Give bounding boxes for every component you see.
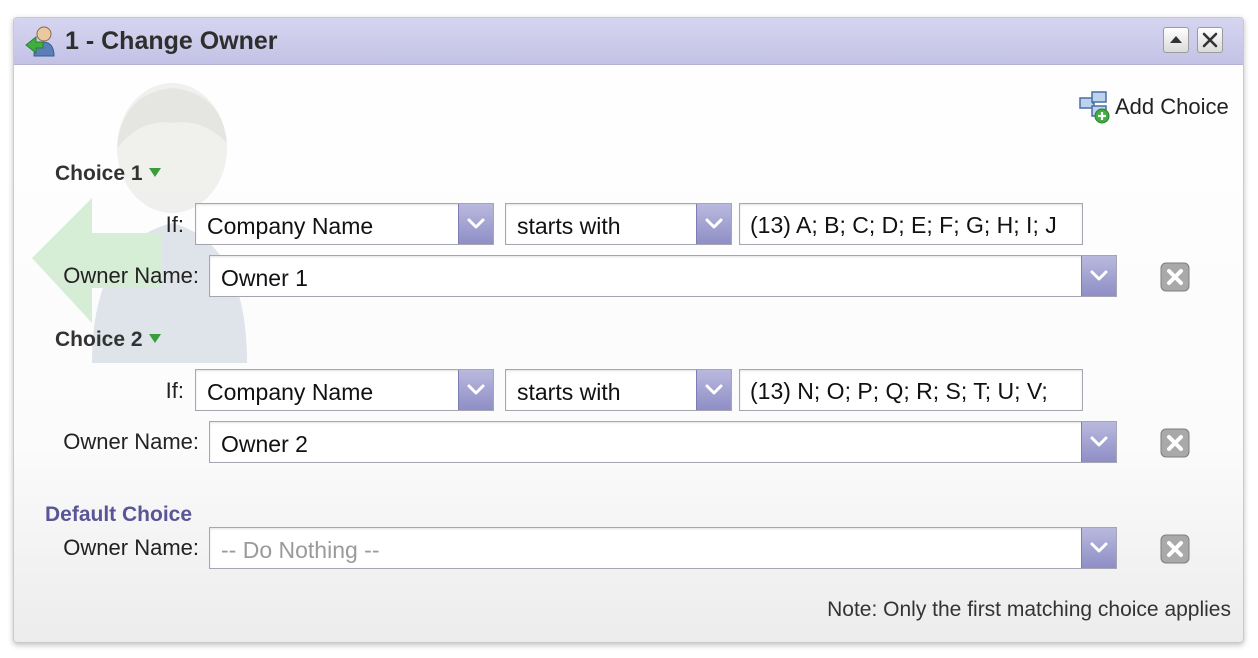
choice-1-value-text: (13) A; B; C; D; E; F; G; H; I; J <box>750 212 1057 238</box>
dropdown-arrow-button[interactable] <box>1081 256 1116 296</box>
chevron-down-icon <box>467 384 485 395</box>
default-owner-value: -- Do Nothing -- <box>221 537 380 563</box>
chevron-down-icon <box>1090 542 1108 553</box>
dropdown-arrow-button[interactable] <box>696 370 731 410</box>
default-owner-label: Owner Name: <box>63 535 199 560</box>
choice-1-delete-icon[interactable] <box>1160 262 1190 292</box>
choice-2-operator-value: starts with <box>517 379 621 405</box>
choice-2-value-text: (13) N; O; P; Q; R; S; T; U; V; <box>750 378 1048 404</box>
choice-2-owner-value: Owner 2 <box>221 431 308 457</box>
choice-1-value-input[interactable]: (13) A; B; C; D; E; F; G; H; I; J <box>739 203 1083 245</box>
choice-2-label: Choice 2 <box>55 328 143 351</box>
choice-2-if-label: If: <box>165 378 184 403</box>
expand-caret-icon <box>148 333 161 343</box>
choice-1-field-value: Company Name <box>207 213 374 239</box>
chevron-down-icon <box>705 384 723 395</box>
choice-2-header[interactable]: Choice 2 <box>55 328 161 352</box>
default-delete-icon[interactable] <box>1160 534 1190 564</box>
choice-1-label: Choice 1 <box>55 162 143 185</box>
choice-1-header[interactable]: Choice 1 <box>55 162 161 186</box>
collapse-up-icon <box>1170 36 1182 43</box>
dropdown-arrow-button[interactable] <box>458 204 493 244</box>
panel-title: 1 - Change Owner <box>65 27 278 55</box>
choice-2-operator-select[interactable]: starts with <box>505 369 732 411</box>
expand-caret-icon <box>148 167 161 177</box>
close-button[interactable] <box>1197 27 1223 53</box>
choice-2-delete-icon[interactable] <box>1160 428 1190 458</box>
panel-titlebar: 1 - Change Owner <box>14 18 1243 65</box>
chevron-down-icon <box>705 218 723 229</box>
user-arrow-icon <box>25 26 55 57</box>
dropdown-arrow-button[interactable] <box>1081 528 1116 568</box>
close-icon <box>1202 32 1218 48</box>
choice-2-value-input[interactable]: (13) N; O; P; Q; R; S; T; U; V; <box>739 369 1083 411</box>
chevron-down-icon <box>1090 270 1108 281</box>
choice-1-owner-value: Owner 1 <box>221 265 308 291</box>
choice-1-owner-select[interactable]: Owner 1 <box>209 255 1117 297</box>
chevron-down-icon <box>1090 436 1108 447</box>
dropdown-arrow-button[interactable] <box>1081 422 1116 462</box>
choice-1-field-select[interactable]: Company Name <box>195 203 494 245</box>
default-owner-select[interactable]: -- Do Nothing -- <box>209 527 1117 569</box>
choice-1-if-label: If: <box>165 212 184 237</box>
chevron-down-icon <box>467 218 485 229</box>
choice-2-field-value: Company Name <box>207 379 374 405</box>
add-choice-label: Add Choice <box>1115 94 1229 119</box>
choice-1-operator-value: starts with <box>517 213 621 239</box>
choice-1-operator-select[interactable]: starts with <box>505 203 732 245</box>
choice-2-owner-label: Owner Name: <box>63 429 199 454</box>
choice-2-owner-select[interactable]: Owner 2 <box>209 421 1117 463</box>
default-choice-label: Default Choice <box>45 503 193 526</box>
dropdown-arrow-button[interactable] <box>458 370 493 410</box>
change-owner-panel: 1 - Change Owner Add Choice Choice 1 If:… <box>13 17 1244 643</box>
dropdown-arrow-button[interactable] <box>696 204 731 244</box>
footer-note: Note: Only the first matching choice app… <box>827 598 1231 621</box>
choice-1-owner-label: Owner Name: <box>63 263 199 288</box>
collapse-button[interactable] <box>1163 27 1189 53</box>
add-choice-icon <box>1079 91 1110 124</box>
choice-2-field-select[interactable]: Company Name <box>195 369 494 411</box>
